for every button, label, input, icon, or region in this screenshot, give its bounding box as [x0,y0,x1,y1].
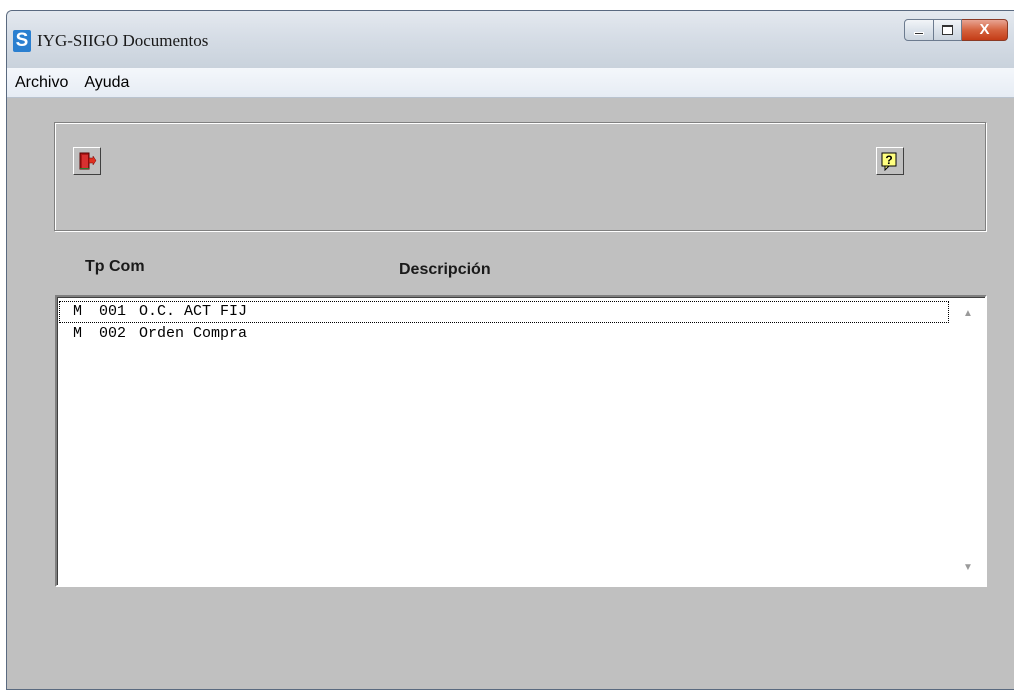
cell-tp: M [73,325,83,342]
documents-listbox[interactable]: M 001 O.C. ACT FIJ M 002 Orden Compra ▲ ▼ [55,295,987,587]
app-logo-icon: S [13,30,31,52]
scroll-up-icon[interactable]: ▲ [953,303,983,325]
menu-bar: Archivo Ayuda [7,68,1014,98]
svg-text:?: ? [885,153,892,167]
menu-archivo[interactable]: Archivo [9,68,74,97]
list-item[interactable]: M 001 O.C. ACT FIJ [59,301,949,323]
cell-com: 002 [99,325,127,342]
exit-door-icon [79,152,97,170]
scroll-down-icon[interactable]: ▼ [953,557,983,579]
app-window: S IYG-SIIGO Documentos X Archivo Ayuda ?… [6,10,1014,690]
toolbar-panel: ? [54,122,986,231]
vertical-scrollbar[interactable]: ▲ ▼ [953,299,983,583]
close-button[interactable]: X [962,19,1008,41]
maximize-icon [942,25,953,35]
cell-descripcion: Orden Compra [139,325,248,342]
minimize-button[interactable] [904,19,934,41]
header-tp-com: Tp Com [85,258,145,275]
cell-tp: M [73,303,83,320]
header-descripcion: Descripción [399,261,491,278]
help-question-icon: ? [881,152,897,171]
caption-buttons: X [904,19,1008,41]
exit-button[interactable] [73,147,101,175]
window-title: IYG-SIIGO Documentos [37,31,209,50]
maximize-button[interactable] [934,19,962,41]
minimize-icon [914,32,924,35]
menu-ayuda[interactable]: Ayuda [78,68,135,97]
help-button[interactable]: ? [876,147,904,175]
cell-com: 001 [99,303,127,320]
title-bar[interactable]: S IYG-SIIGO Documentos X [7,11,1014,68]
close-icon: X [979,21,990,38]
list-content: M 001 O.C. ACT FIJ M 002 Orden Compra [59,301,949,583]
cell-descripcion: O.C. ACT FIJ [139,303,248,320]
list-item[interactable]: M 002 Orden Compra [59,323,949,345]
